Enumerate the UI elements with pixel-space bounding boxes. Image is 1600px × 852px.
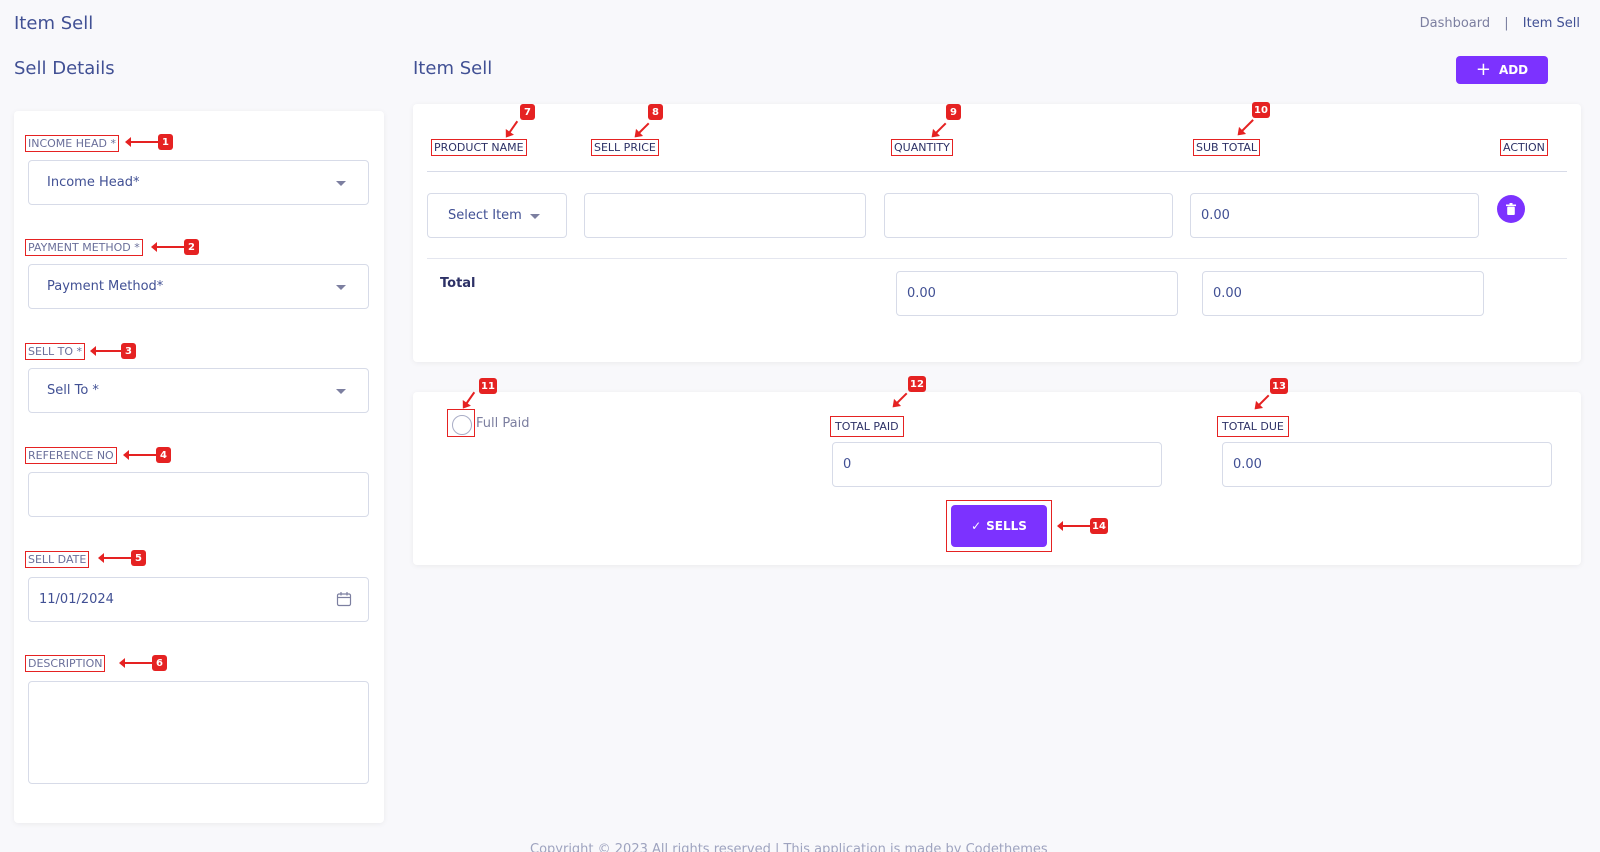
add-button-label: ADD [1498,63,1529,77]
column-sell-price: SELL PRICE [591,139,659,156]
payment-method-label: PAYMENT METHOD * [25,239,143,256]
annotation-6: 6 [119,655,167,671]
sell-price-input[interactable] [584,193,866,238]
total-due-input: 0.00 [1222,442,1552,487]
add-button[interactable]: + ADD [1456,56,1548,84]
payment-method-value: Payment Method* [47,279,164,294]
plus-icon: + [1475,59,1491,80]
sells-button[interactable]: ✓ SELLS [951,505,1047,547]
trash-icon [1506,200,1516,219]
annotation-5: 5 [98,550,146,566]
annotation-11: 11 [479,378,497,394]
total-label: Total [440,276,476,291]
breadcrumb: Dashboard | Item Sell [1420,16,1580,31]
column-quantity: QUANTITY [891,139,953,156]
sell-to-label: SELL TO * [25,343,86,360]
sub-total-input[interactable]: 0.00 [1190,193,1479,238]
product-select-value: Select Item [448,208,522,223]
sell-to-select[interactable]: Sell To * [28,368,369,413]
item-sell-title: Item Sell [413,58,493,79]
header-divider [427,171,1567,172]
payment-method-select[interactable]: Payment Method* [28,264,369,309]
full-paid-radio[interactable] [452,415,472,435]
sell-details-title: Sell Details [14,58,115,79]
sell-date-input[interactable]: 11/01/2024 [28,577,369,622]
annotation-2: 2 [151,239,199,255]
sell-date-value: 11/01/2024 [39,592,114,607]
total-due-label: TOTAL DUE [1217,416,1289,437]
annotation-13: 13 [1270,378,1288,394]
chevron-down-icon [530,213,540,219]
row-divider [427,258,1567,259]
breadcrumb-current: Item Sell [1522,16,1580,31]
full-paid-label[interactable]: Full Paid [476,416,529,431]
sell-to-value: Sell To * [47,383,99,398]
income-head-label: INCOME HEAD * [25,135,119,152]
description-textarea[interactable] [28,681,369,784]
annotation-7: 7 [520,104,535,120]
annotation-9: 9 [946,104,961,120]
column-sub-total: SUB TOTAL [1193,139,1260,156]
annotation-8: 8 [648,104,663,120]
chevron-down-icon [336,180,346,186]
annotation-1: 1 [125,134,173,150]
calendar-icon[interactable] [336,591,352,611]
income-head-select[interactable]: Income Head* [28,160,369,205]
footer-text: Copyright © 2023 All rights reserved | T… [530,842,1048,852]
chevron-down-icon [336,284,346,290]
check-icon: ✓ [971,519,982,533]
annotation-10: 10 [1252,102,1270,118]
sub-total-total-field: 0.00 [1202,271,1484,316]
total-paid-input[interactable]: 0 [832,442,1162,487]
income-head-value: Income Head* [47,175,140,190]
product-select[interactable]: Select Item [427,193,567,238]
reference-no-label: REFERENCE NO [25,447,117,464]
quantity-total-field: 0.00 [896,271,1178,316]
annotation-14: 14 [1057,518,1108,534]
column-product-name: PRODUCT NAME [431,139,527,156]
breadcrumb-dashboard-link[interactable]: Dashboard [1420,16,1491,31]
column-action: ACTION [1500,139,1548,156]
chevron-down-icon [336,388,346,394]
breadcrumb-separator: | [1504,16,1509,31]
quantity-input[interactable] [884,193,1173,238]
delete-row-button[interactable] [1497,195,1525,223]
total-paid-label: TOTAL PAID [830,416,904,437]
reference-no-input[interactable] [28,472,369,517]
annotation-3: 3 [90,343,136,359]
page-title: Item Sell [14,13,94,34]
sell-date-label: SELL DATE [25,551,90,568]
sells-button-label: SELLS [986,519,1027,533]
annotation-12: 12 [908,376,926,392]
description-label: DESCRIPTION [25,655,106,672]
annotation-4: 4 [123,447,171,463]
